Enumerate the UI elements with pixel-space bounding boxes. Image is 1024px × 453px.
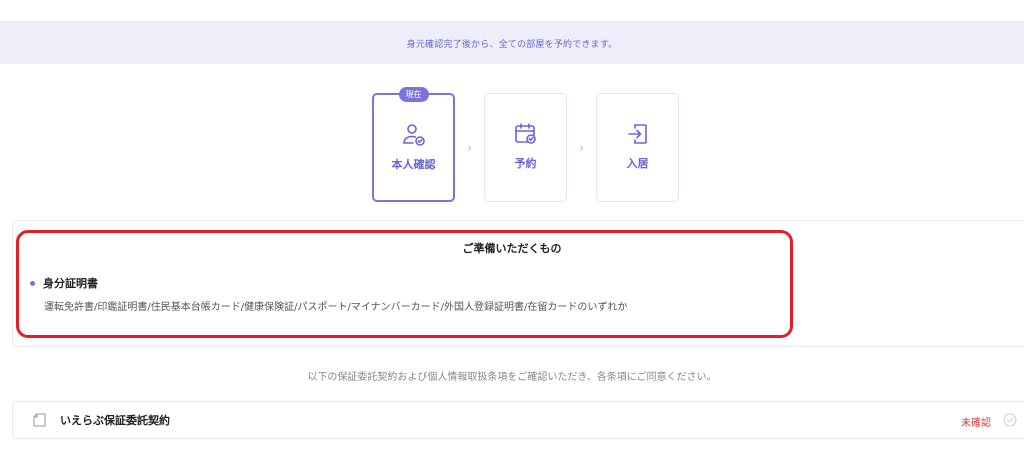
step-label: 入居 — [626, 157, 649, 170]
id-document-list: 運転免許書/印鑑証明書/住民基本台帳カード/健康保険証/パスポート/マイナンバー… — [44, 302, 628, 313]
step-label: 本人確認 — [391, 158, 436, 171]
current-badge: 現在 — [398, 87, 429, 102]
chevron-right-icon: › — [579, 140, 584, 155]
banner-text: 身元確認完了後から、全ての部屋を予約できます。 — [406, 39, 618, 50]
bullet-dot — [30, 280, 35, 286]
enter-icon — [625, 121, 651, 147]
step-move-in[interactable]: 入居 — [596, 93, 679, 202]
contract-title: いえらぶ保証委託契約 — [60, 414, 170, 427]
info-banner: 身元確認完了後から、全ての部屋を予約できます。 — [0, 22, 1024, 64]
document-icon — [33, 413, 46, 427]
id-document-heading-text: 身分証明書 — [43, 277, 98, 290]
top-bar — [0, 0, 1024, 22]
person-check-icon — [401, 122, 427, 148]
status-badge: 未確認 — [961, 418, 991, 429]
check-circle-icon[interactable] — [1003, 413, 1017, 427]
id-document-heading: 身分証明書 — [30, 275, 98, 291]
contract-row[interactable]: いえらぶ保証委託契約 未確認 — [12, 401, 1024, 439]
preparation-title: ご準備いただくもの — [462, 242, 562, 255]
step-identity-verification[interactable]: 現在 本人確認 — [372, 87, 455, 202]
step-reservation[interactable]: 予約 — [484, 93, 567, 202]
step-label: 予約 — [514, 157, 537, 170]
step-indicator: 現在 本人確認 › 予約 › 入居 — [372, 87, 679, 202]
calendar-check-icon — [513, 121, 539, 147]
chevron-right-icon: › — [467, 140, 472, 155]
consent-instruction: 以下の保証委託契約および個人情報取扱条項をご確認いただき、各条項にご同意ください… — [307, 372, 717, 383]
